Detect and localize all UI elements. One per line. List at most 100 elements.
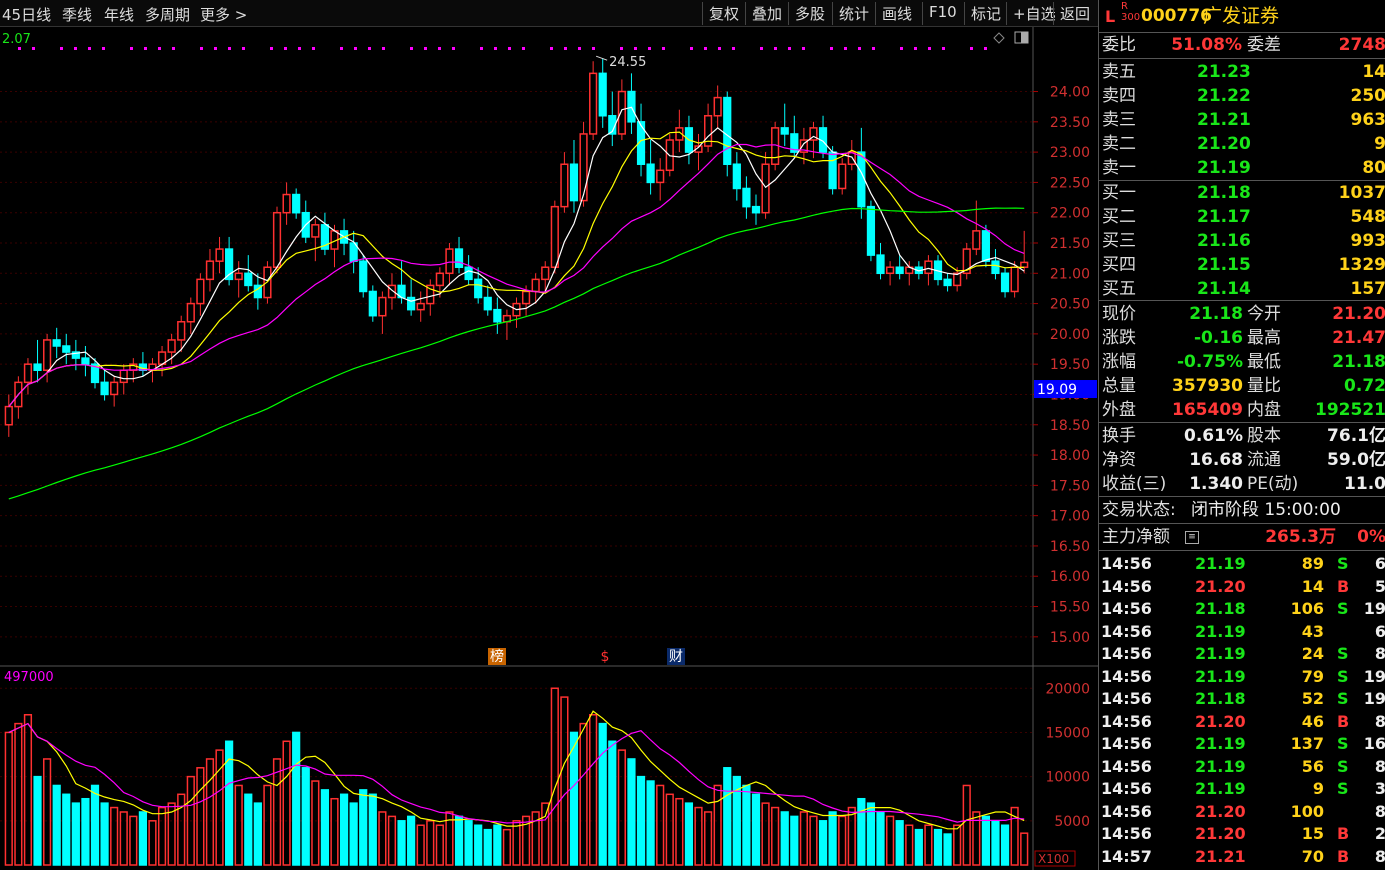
quote-panel: L R 300 000776 广发证券 委比 51.08% 委差 2748 卖五 2… bbox=[1098, 0, 1385, 870]
volume-bar bbox=[866, 802, 876, 866]
candle-body bbox=[589, 72, 598, 135]
ask-level-row[interactable]: 卖三 21.21 963 bbox=[1099, 109, 1385, 132]
multi-stock-button[interactable]: 多股 bbox=[788, 2, 831, 25]
volume-bar bbox=[483, 828, 492, 866]
candle-body bbox=[924, 260, 933, 275]
high-price-label: 24.55 bbox=[609, 55, 646, 70]
level-volume: 80 bbox=[1362, 158, 1385, 178]
signal-dot bbox=[158, 47, 161, 50]
signal-dot bbox=[130, 47, 133, 50]
quote-label: 涨幅 bbox=[1102, 352, 1136, 372]
candle-body bbox=[617, 90, 626, 135]
volume-bar bbox=[157, 806, 167, 866]
tick-price: 21.19 bbox=[1195, 621, 1246, 641]
signal-dot bbox=[214, 47, 217, 50]
candle-body bbox=[4, 405, 13, 426]
signal-dot bbox=[914, 47, 917, 50]
candle-body bbox=[186, 302, 195, 323]
back-button[interactable]: 返回 bbox=[1053, 2, 1096, 25]
signal-dot bbox=[802, 47, 805, 50]
f10-button[interactable]: F10 bbox=[922, 2, 963, 25]
volume-bar bbox=[282, 740, 291, 866]
level-price: 21.21 bbox=[1197, 110, 1251, 130]
high-arrow bbox=[595, 55, 608, 61]
overlay-button[interactable]: 叠加 bbox=[745, 2, 788, 25]
tick-time: 14:56 bbox=[1101, 801, 1152, 821]
signal-dot bbox=[648, 47, 651, 50]
tick-price: 21.18 bbox=[1195, 599, 1246, 618]
tick-price: 21.19 bbox=[1195, 734, 1246, 753]
signal-dot bbox=[690, 47, 693, 50]
period-year-button[interactable]: 年线 bbox=[104, 4, 134, 25]
volume-bar bbox=[1020, 832, 1029, 866]
volume-bar bbox=[799, 811, 808, 866]
volume-bar bbox=[416, 824, 425, 866]
period-quarter-button[interactable]: 季线 bbox=[62, 4, 92, 25]
ask-level-row[interactable]: 卖二 21.20 9 bbox=[1099, 133, 1385, 156]
diamond-icon bbox=[993, 32, 1005, 44]
bid-level-row[interactable]: 买四 21.15 1329 bbox=[1099, 254, 1385, 277]
bid-level-row[interactable]: 买三 21.16 993 bbox=[1099, 230, 1385, 253]
tick-time: 14:56 bbox=[1101, 734, 1152, 753]
list-icon[interactable]: ≡ bbox=[1185, 531, 1199, 544]
volume-bar bbox=[205, 758, 215, 866]
ask-level-row[interactable]: 卖五 21.23 14 bbox=[1099, 61, 1385, 84]
bid-level-row[interactable]: 买五 21.14 157 bbox=[1099, 278, 1385, 301]
signal-dot bbox=[760, 47, 763, 50]
tick-row: 14:56 21.20 15 B 2 bbox=[1099, 823, 1385, 845]
tick-row: 14:56 21.19 79 S 19 bbox=[1099, 666, 1385, 688]
volume-bar bbox=[694, 806, 703, 866]
signal-dot bbox=[88, 47, 91, 50]
tick-time: 14:56 bbox=[1101, 576, 1152, 596]
period-45day-button[interactable]: 45日线 bbox=[2, 4, 51, 25]
adjust-button[interactable]: 复权 bbox=[702, 2, 745, 25]
signal-dot bbox=[340, 47, 343, 50]
level-price: 21.19 bbox=[1197, 158, 1251, 178]
price-marker-label: 19.09 bbox=[1037, 382, 1077, 398]
tick-count: 16 bbox=[1363, 734, 1385, 753]
candle-body bbox=[454, 248, 464, 268]
volume-bar bbox=[933, 828, 943, 866]
tick-time: 14:56 bbox=[1101, 666, 1152, 686]
fin-value: 59.0亿 bbox=[1327, 450, 1385, 470]
draw-line-button[interactable]: 画线 bbox=[875, 2, 918, 25]
level-label: 卖三 bbox=[1102, 110, 1136, 130]
volume-bar bbox=[953, 824, 962, 866]
fin-row: 收益(三) 1.340 PE(动) 11.0 bbox=[1099, 473, 1385, 496]
quote-label: 今开 bbox=[1247, 304, 1281, 324]
tick-volume: 15 bbox=[1301, 824, 1324, 843]
volume-bar bbox=[253, 802, 262, 866]
stats-button[interactable]: 统计 bbox=[832, 2, 875, 25]
tick-volume: 24 bbox=[1301, 644, 1324, 663]
tick-row: 14:56 21.19 9 S 3 bbox=[1099, 778, 1385, 800]
mark-button[interactable]: 标记 bbox=[964, 2, 1007, 25]
candle-body bbox=[656, 169, 665, 184]
bid-level-row[interactable]: 买二 21.17 548 bbox=[1099, 206, 1385, 229]
tick-price: 21.21 bbox=[1195, 846, 1246, 866]
volume-bar bbox=[723, 767, 732, 866]
candle-body bbox=[981, 230, 990, 262]
tick-side: S bbox=[1337, 666, 1349, 686]
more-button[interactable]: 更多 > bbox=[200, 4, 247, 25]
ask-level-row[interactable]: 卖四 21.22 250 bbox=[1099, 85, 1385, 108]
fin-label: PE(动) bbox=[1247, 474, 1299, 494]
volume-bar bbox=[359, 789, 368, 866]
signal-dot bbox=[550, 47, 553, 50]
ma-value-label: 2.07 bbox=[2, 32, 31, 47]
volume-bar bbox=[349, 802, 358, 866]
fin-row: 换手 0.61% 股本 76.1亿 bbox=[1099, 425, 1385, 448]
volume-bar bbox=[435, 824, 444, 866]
level-label: 买五 bbox=[1102, 279, 1136, 299]
signal-dot bbox=[984, 47, 987, 50]
signal-dot bbox=[718, 47, 721, 50]
bid-level-row[interactable]: 买一 21.18 1037 bbox=[1099, 182, 1385, 205]
kline-chart[interactable]: 24.00 23.50 23.00 22.50 22.00 21.50 21.00 20.50… bbox=[0, 27, 1098, 870]
signal-dot bbox=[102, 47, 105, 50]
tick-volume: 52 bbox=[1301, 689, 1324, 708]
volume-bar bbox=[771, 806, 780, 866]
volume-bar bbox=[33, 775, 42, 866]
main-capital-row[interactable]: 主力净额 ≡ 265.3万 0% bbox=[1099, 526, 1385, 549]
level-price: 21.20 bbox=[1197, 134, 1251, 154]
ask-level-row[interactable]: 卖一 21.19 80 bbox=[1099, 157, 1385, 180]
multi-period-button[interactable]: 多周期 bbox=[145, 4, 190, 25]
